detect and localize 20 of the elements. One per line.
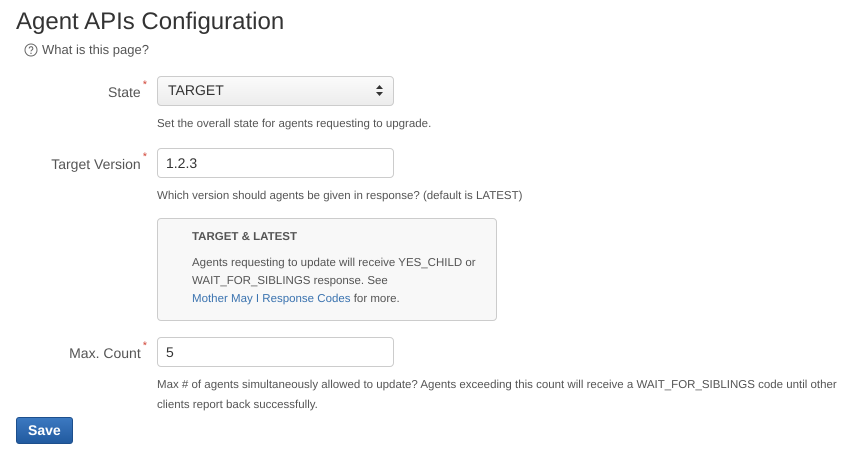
required-mark: * [142,80,147,92]
field-description: Set the overall state for agents requesting to upgrade. [157,116,432,132]
field-description: Max # of agents simultaneously allowed to update? Agents exceeding this count will receive a WAIT_FOR_SIBLINGS code until other clients report back successfully. [157,378,838,413]
up-down-caret-icon [376,85,383,96]
response-codes-link[interactable]: Mother May I Response Codes [192,292,351,305]
info-text: Agents requesting to update will receive YES_CHILD or WAIT_FOR_SIBLINGS response. See Mother May I Response Codes for more. [192,256,476,307]
page-title: Agent APIs Configuration [16,7,286,37]
field-label: State [108,82,141,102]
field-label: Target Version [51,154,141,174]
state-select[interactable]: TARGET [157,76,394,106]
required-mark: * [142,152,147,164]
info-heading: TARGET & LATEST [192,230,298,244]
text-field[interactable]: 5 [157,336,394,367]
text-field[interactable]: 1.2.3 [157,148,394,178]
field-description: Which version should agents be given in response? (default is LATEST) [157,188,524,204]
help-link[interactable]: What is this page? [42,40,149,60]
save-button[interactable]: Save [16,416,73,444]
field-label: Max. Count [69,344,141,363]
help-icon [24,42,38,57]
required-mark: * [142,340,147,354]
